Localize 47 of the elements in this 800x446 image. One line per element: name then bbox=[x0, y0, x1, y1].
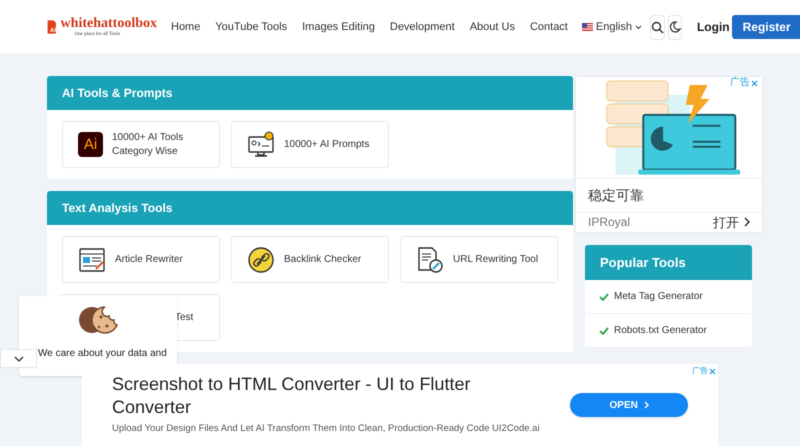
flag-icon bbox=[582, 23, 593, 31]
check-icon bbox=[599, 292, 609, 300]
chevron-down-icon bbox=[14, 356, 24, 362]
login-button[interactable]: Login bbox=[694, 18, 732, 36]
ad-description: Upload Your Design Files And Let AI Transform Them Into Clean, Production-Ready Code UI2Code.ai bbox=[112, 422, 541, 436]
ad-title: Screenshot to HTML Converter - UI to Flutter Converter bbox=[112, 373, 472, 420]
chevron-right-icon bbox=[644, 401, 649, 409]
open-button[interactable]: OPEN bbox=[570, 393, 688, 417]
nav-link[interactable]: About Us bbox=[470, 18, 515, 36]
monitor-icon bbox=[247, 130, 275, 158]
document-icon bbox=[78, 246, 106, 272]
advertiser-name: IPRoyal bbox=[588, 214, 630, 232]
ad-headline: 稳定可靠 bbox=[588, 186, 644, 205]
collapse-button[interactable] bbox=[0, 349, 37, 368]
chevron-right-icon bbox=[744, 217, 750, 228]
ad-label: 广告 bbox=[730, 78, 750, 88]
check-icon bbox=[599, 326, 609, 334]
popular-tool-link[interactable]: Meta Tag Generator bbox=[585, 280, 752, 314]
section-title: AI Tools & Prompts bbox=[62, 85, 172, 102]
close-icon[interactable] bbox=[709, 368, 716, 374]
caret-icon bbox=[634, 24, 642, 30]
document-link-icon bbox=[416, 246, 444, 274]
nav-link[interactable]: YouTube Tools bbox=[215, 18, 288, 36]
language-selector[interactable]: English bbox=[582, 18, 642, 36]
tool-card[interactable]: Article Rewriter bbox=[62, 236, 220, 283]
nav-link[interactable]: Home bbox=[171, 18, 200, 36]
nav-link[interactable]: Development bbox=[390, 18, 455, 36]
ai-logo-icon: Ai bbox=[78, 132, 103, 157]
ad-label: 广告 bbox=[692, 367, 708, 375]
cookie-icon bbox=[77, 304, 119, 336]
search-button[interactable] bbox=[650, 14, 665, 40]
popular-tool-link[interactable]: Robots.txt Generator bbox=[585, 314, 752, 348]
cookie-text: We care about your data and bbox=[37, 347, 167, 361]
close-icon[interactable] bbox=[751, 80, 758, 86]
panel-title: Popular Tools bbox=[600, 254, 686, 272]
open-button[interactable]: 打开 bbox=[713, 212, 750, 232]
tool-card[interactable]: Ai 10000+ AI Tools Category Wise bbox=[62, 121, 220, 168]
tool-card[interactable]: 10000+ AI Prompts bbox=[231, 121, 389, 168]
nav-link[interactable]: Contact bbox=[530, 18, 568, 36]
tool-card[interactable]: Backlink Checker bbox=[231, 236, 389, 283]
tool-card[interactable]: URL Rewriting Tool bbox=[400, 236, 558, 283]
dark-mode-button[interactable] bbox=[668, 14, 682, 40]
register-button[interactable]: Register bbox=[732, 15, 800, 39]
section-title: Text Analysis Tools bbox=[62, 200, 172, 217]
link-icon bbox=[247, 246, 275, 274]
logo-text: whitehattoolbox bbox=[60, 17, 157, 31]
nav-link[interactable]: Images Editing bbox=[302, 18, 375, 36]
